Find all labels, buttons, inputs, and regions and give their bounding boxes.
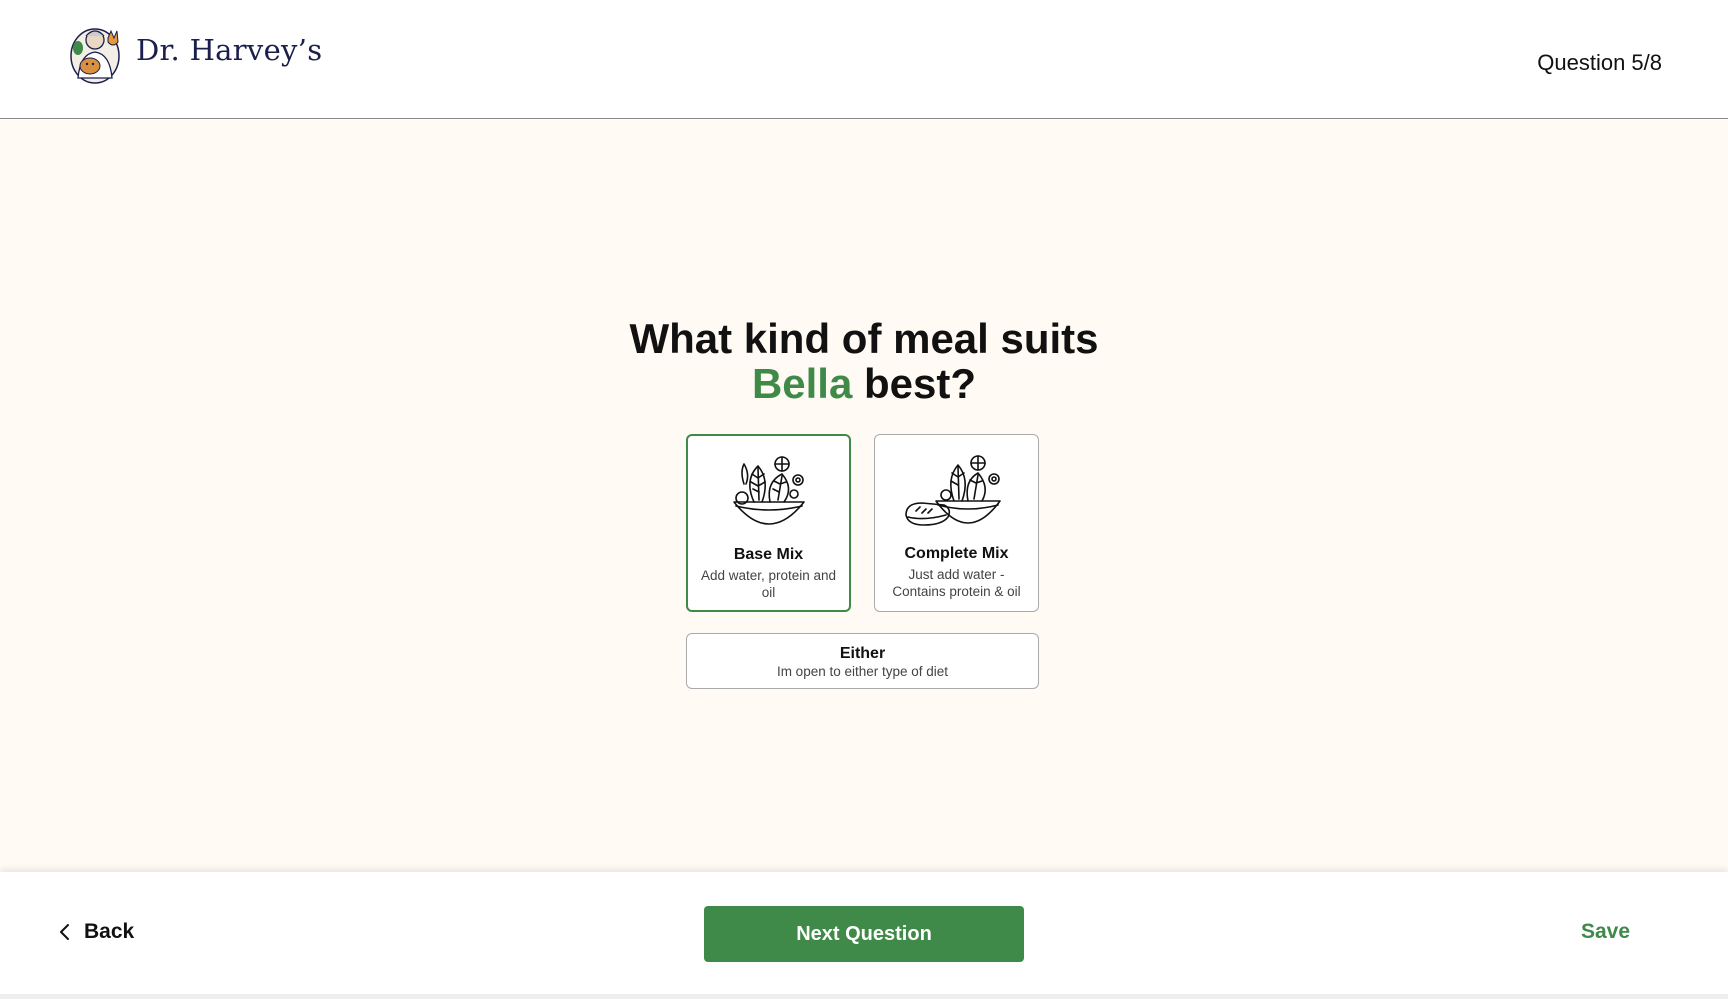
brand-logo[interactable]: Dr. Harvey’s [68,22,322,84]
option-base-mix[interactable]: Base Mix Add water, protein and oil [686,434,851,612]
header: Dr. Harvey’s Question 5/8 [0,0,1728,119]
option-description: Add water, protein and oil [700,568,837,600]
brand-name: Dr. Harvey’s [136,33,323,67]
chevron-left-icon [60,924,69,940]
option-title: Complete Mix [904,545,1009,562]
question-progress: Question 5/8 [1537,50,1662,75]
question-title: What kind of meal suits Bella best? [0,316,1728,406]
option-either[interactable]: Either Im open to either type of diet [686,633,1039,689]
footer-nav: Back Next Question Save [0,872,1728,994]
option-title: Either [839,645,886,662]
veggie-bowl-with-meat-icon [904,455,1001,526]
back-button[interactable]: Back [58,920,134,944]
option-description: Im open to either type of diet [776,664,949,679]
bottom-divider [0,994,1728,999]
doctor-with-pets-logo-icon [70,28,120,84]
option-complete-mix[interactable]: Complete Mix Just add water - Contains p… [874,434,1039,612]
veggie-bowl-icon [732,456,805,525]
option-title: Base Mix [733,546,804,563]
question-prefix: What kind of meal suits [629,315,1099,362]
question-suffix: best? [864,360,977,407]
back-label: Back [84,920,135,943]
question-area: What kind of meal suits Bella best? Base… [0,120,1728,872]
option-description: Just add water - Contains protein & oil [892,567,1021,599]
save-button[interactable]: Save [1581,920,1630,944]
pet-name: Bella [751,360,853,407]
next-question-button[interactable]: Next Question [704,906,1024,962]
